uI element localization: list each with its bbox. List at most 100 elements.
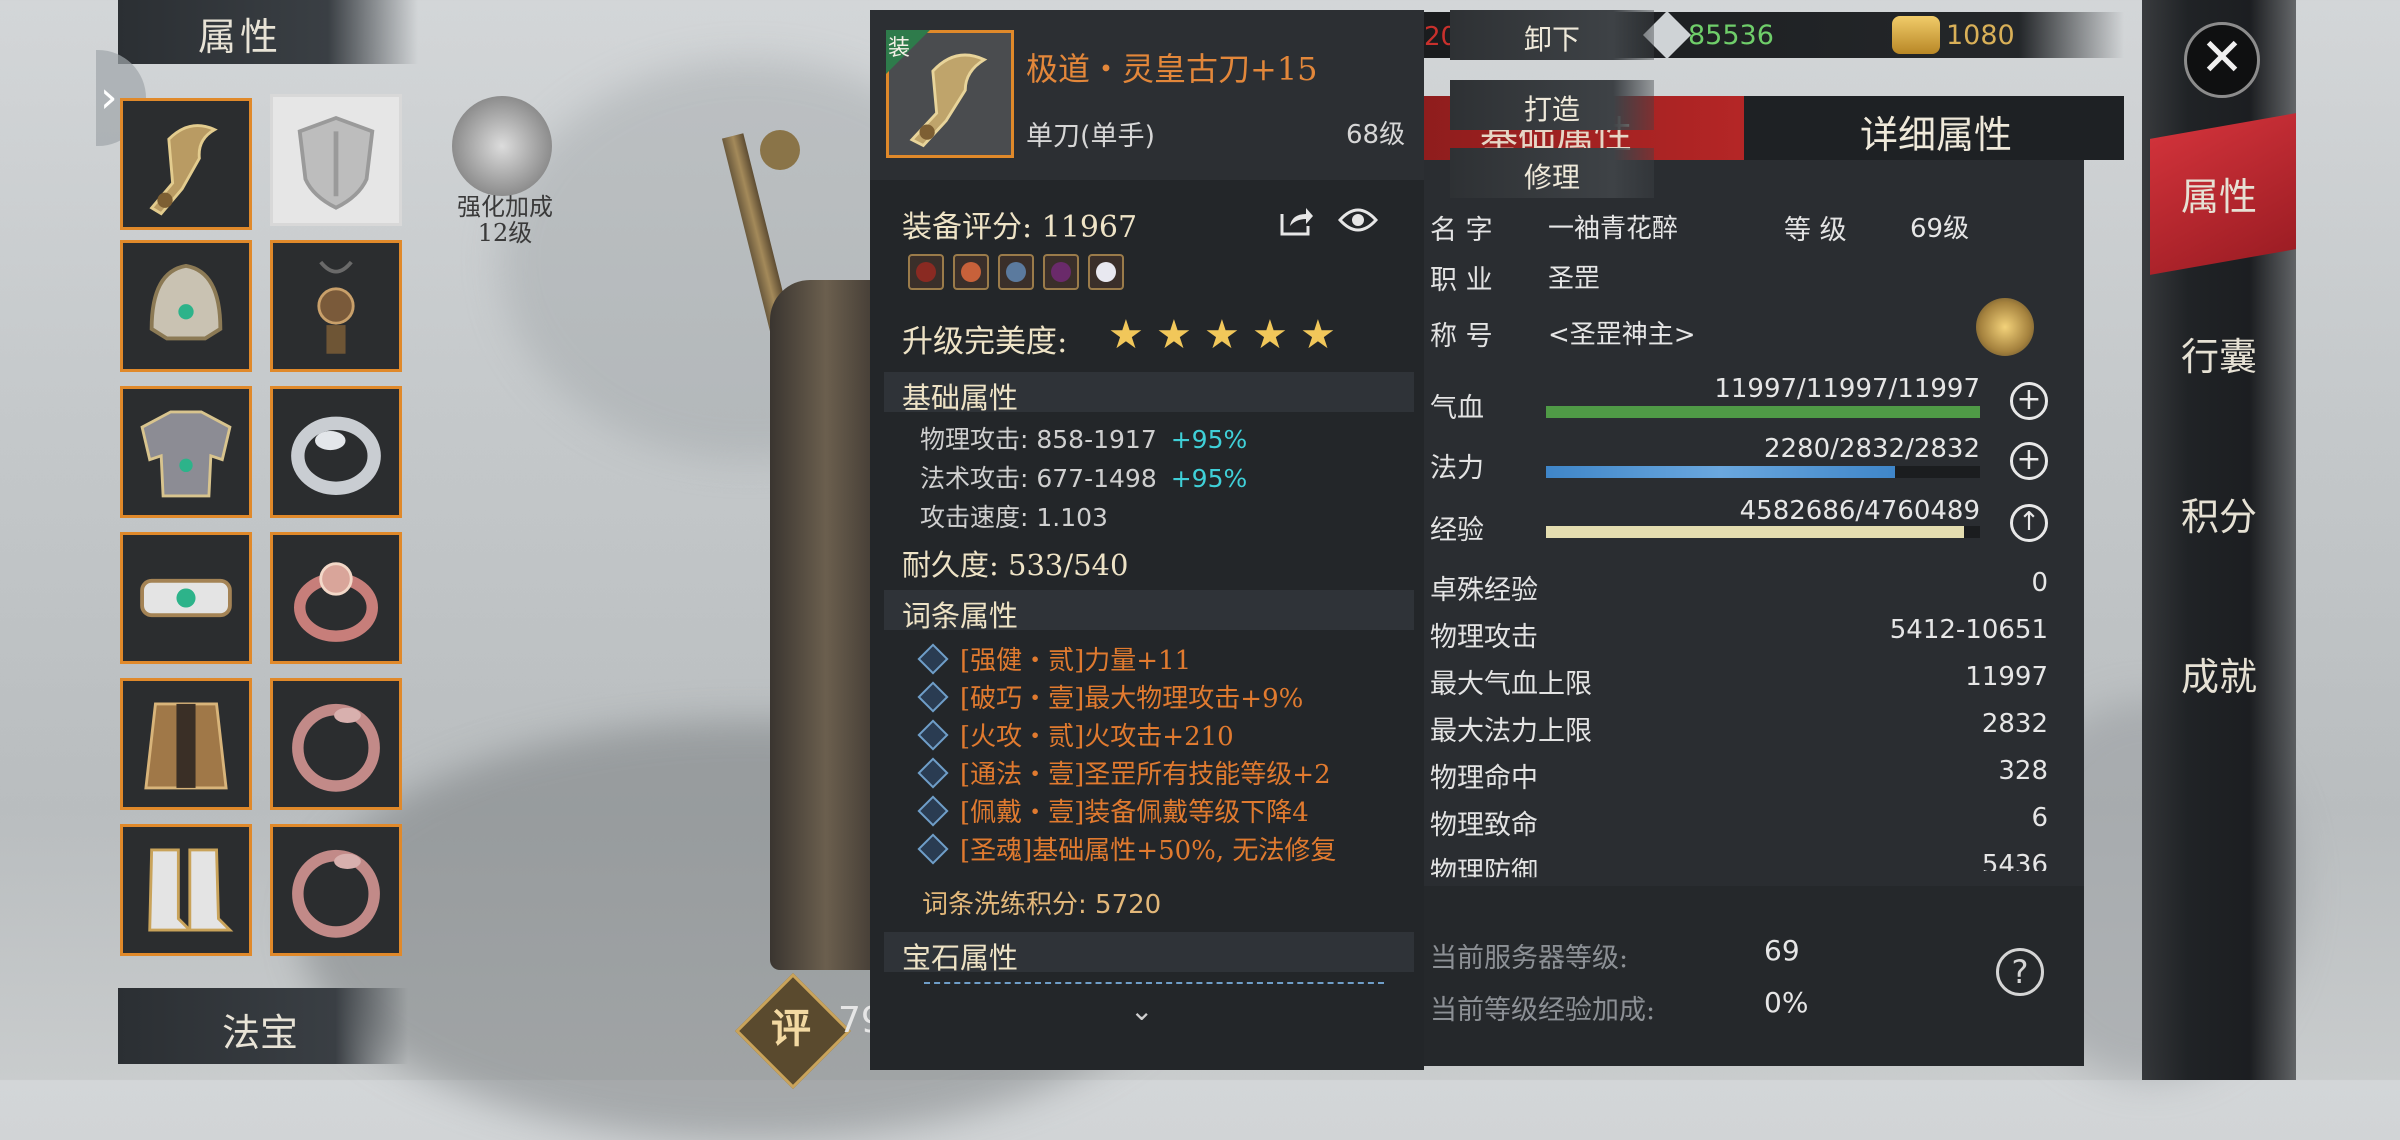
chevron-right-icon: › [100, 72, 118, 123]
add-mp-icon[interactable]: + [2010, 442, 2048, 480]
repair-button[interactable]: 修理 [1450, 148, 1654, 198]
exp-bar-fill [1546, 526, 1964, 538]
stat-row-value: 328 [1998, 756, 2048, 786]
affix-text: [通法・壹]圣罡所有技能等级+2 [960, 760, 1331, 790]
slot-bracelet-2[interactable] [270, 824, 402, 956]
rating-char: 评 [771, 1005, 811, 1052]
slot-amulet[interactable] [270, 240, 402, 372]
stat-row-label: 物理命中 [1430, 763, 1538, 794]
amulet-icon [317, 260, 355, 354]
fabao-tab[interactable]: 法宝 [118, 988, 408, 1064]
server-level-label: 当前服务器等级: [1430, 943, 1629, 974]
level-up-icon[interactable]: ↑ [2010, 504, 2048, 542]
item-level: 68级 [1346, 120, 1406, 150]
gem-slot[interactable] [953, 254, 989, 290]
affix-text: [火攻・贰]火攻击+210 [960, 722, 1234, 752]
title-value: <圣罡神主> [1548, 320, 1696, 350]
exp-bar [1546, 526, 1980, 538]
name-label: 名 字 [1430, 215, 1493, 246]
base-stat-row: 法术攻击: 677-1498 +95% [920, 459, 1247, 495]
gem-icon [961, 262, 981, 282]
slot-bracelet-1[interactable] [270, 678, 402, 810]
mp-bar-fill [1546, 466, 1896, 478]
flower-ring-icon [294, 562, 378, 642]
upgrade-perfection-label: 升级完美度: [902, 324, 1068, 360]
gem-icon [1096, 262, 1116, 282]
star-icon: ★ [1300, 312, 1336, 358]
armor-icon [140, 410, 232, 498]
slot-boots[interactable] [120, 824, 252, 956]
base-stat-label: 物理攻击: 858-1917 [920, 425, 1157, 454]
nav-item-attributes[interactable]: 属性 [2142, 166, 2296, 221]
equipment-score: 装备评分: 11967 [902, 210, 1138, 245]
scroll-down-icon[interactable]: ⌄ [1130, 994, 1153, 1027]
class-label: 职 业 [1430, 265, 1493, 296]
star-icon: ★ [1108, 312, 1144, 358]
gem-icon [1051, 262, 1071, 282]
section-base-attributes: 基础属性 [884, 372, 1414, 415]
enhance-bonus-icon[interactable] [452, 96, 552, 196]
slot-weapon[interactable] [120, 98, 252, 230]
slot-pants[interactable] [120, 678, 252, 810]
ring-icon [291, 416, 381, 495]
section-title: 词条属性 [902, 599, 1019, 633]
class-value: 圣罡 [1548, 264, 1601, 294]
base-stat-row: 攻击速度: 1.103 [920, 498, 1122, 534]
attributes-title: 属性 [198, 15, 283, 59]
help-icon[interactable]: ? [1996, 948, 2044, 996]
stat-row-value: 6 [2031, 803, 2048, 833]
server-level-value: 69 [1764, 934, 1800, 967]
nav-item-achievements[interactable]: 成就 [2142, 646, 2296, 701]
stat-row-value: 5412-10651 [1889, 615, 2048, 645]
share-icon[interactable] [1278, 204, 1314, 236]
star-icon: ★ [1252, 312, 1288, 358]
hp-label: 气血 [1430, 393, 1484, 424]
star-icon: ★ [1156, 312, 1192, 358]
add-hp-icon[interactable]: + [2010, 382, 2048, 420]
tab-detail-label: 详细属性 [1860, 113, 2013, 157]
forge-button[interactable]: 打造 [1450, 80, 1654, 130]
enhance-bonus-text: 强化加成 [457, 193, 553, 221]
tab-detail-attributes[interactable]: 详细属性 [1744, 96, 2124, 160]
level-value: 69级 [1910, 214, 1970, 244]
exp-bonus-value: 0% [1764, 986, 1809, 1019]
hp-value: 11997/11997/11997 [1714, 374, 1980, 404]
gem-slot[interactable] [908, 254, 944, 290]
gem-slot[interactable] [1043, 254, 1079, 290]
name-value: 一袖青花醉 [1548, 214, 1679, 244]
nav-item-points[interactable]: 积分 [2142, 486, 2296, 541]
boots-icon [148, 848, 234, 932]
eye-icon[interactable] [1338, 206, 1378, 234]
section-affix-attributes: 词条属性 [884, 590, 1414, 633]
flame-icon[interactable] [1976, 298, 2034, 356]
forge-label: 打造 [1523, 93, 1580, 126]
skirt-armor-icon [144, 702, 228, 790]
durability: 耐久度: 533/540 [902, 548, 1129, 582]
slot-armor[interactable] [120, 386, 252, 518]
star-icon: ★ [1204, 312, 1240, 358]
close-icon[interactable]: ✕ [2184, 22, 2260, 98]
nav-item-inventory[interactable]: 行囊 [2142, 326, 2296, 381]
unequip-button[interactable]: 卸下 [1450, 10, 1654, 60]
section-gem-attributes: 宝石属性 [884, 932, 1414, 975]
slot-shield-empty[interactable] [270, 94, 402, 226]
hp-bar [1546, 406, 1980, 418]
slot-helmet[interactable] [120, 240, 252, 372]
gem-slot[interactable] [998, 254, 1034, 290]
item-type: 单刀(单手) [1026, 121, 1156, 152]
slot-ring-1[interactable] [270, 386, 402, 518]
mp-label: 法力 [1430, 453, 1484, 484]
broadsword-icon [149, 124, 218, 216]
stat-row-value: 11997 [1965, 662, 2048, 692]
base-stat-bonus: +95% [1170, 464, 1248, 493]
exp-label: 经验 [1430, 515, 1484, 546]
slot-ring-2[interactable] [270, 532, 402, 664]
item-name: 极道・灵皇古刀+15 [1026, 50, 1318, 88]
stat-row-label: 最大法力上限 [1430, 716, 1592, 747]
bracelet-icon [292, 703, 380, 792]
gem-slot[interactable] [1088, 254, 1124, 290]
base-stat-bonus: +95% [1170, 425, 1248, 454]
enhance-bonus-label: 强化加成 12级 [420, 194, 590, 246]
slot-belt[interactable] [120, 532, 252, 664]
section-title: 宝石属性 [902, 941, 1019, 975]
